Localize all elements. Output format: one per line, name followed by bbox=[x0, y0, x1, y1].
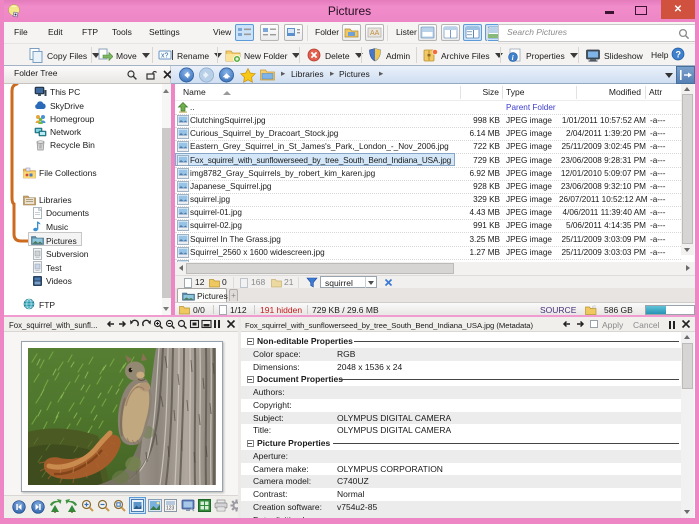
svg-text:?: ? bbox=[675, 50, 681, 60]
svg-text:AA: AA bbox=[370, 30, 380, 37]
svg-text:123: 123 bbox=[166, 506, 175, 512]
svg-text:x?: x? bbox=[161, 53, 169, 60]
